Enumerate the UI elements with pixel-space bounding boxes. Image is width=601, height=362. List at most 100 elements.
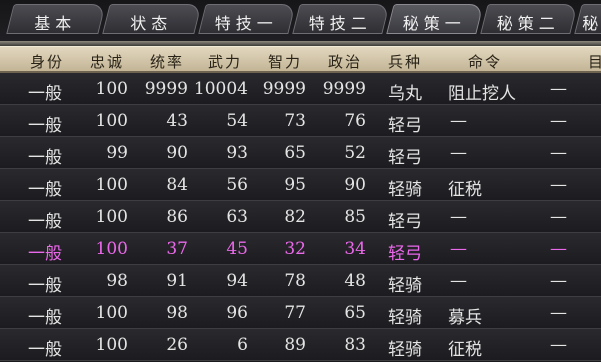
force-cell: 10004 xyxy=(193,79,248,99)
troop-type-cell: 轻骑 xyxy=(388,180,422,200)
column-header-order[interactable]: 命令 xyxy=(468,51,502,72)
order-cell: 阻止挖人 xyxy=(448,84,516,104)
table-row[interactable]: 一般 100 98 96 77 65 轻骑 募兵 — xyxy=(0,297,601,329)
tab-skill-1[interactable]: 特技一 xyxy=(198,4,296,34)
troop-type-cell: 轻骑 xyxy=(388,276,422,296)
tab-strategy-3[interactable]: 秘 xyxy=(574,4,601,34)
politics-cell: 83 xyxy=(344,335,366,355)
force-cell: 56 xyxy=(226,175,248,195)
target-cell: — xyxy=(550,239,567,259)
politics-cell: 9999 xyxy=(322,79,366,99)
force-cell: 96 xyxy=(226,303,248,323)
table-header: 身份 忠诚 统率 武力 智力 政治 兵种 命令 目 xyxy=(0,46,601,73)
tab-label: 特技二 xyxy=(308,14,372,33)
target-cell: — xyxy=(550,303,567,323)
column-header-command[interactable]: 统率 xyxy=(150,51,184,72)
force-cell: 45 xyxy=(226,239,248,259)
force-cell: 54 xyxy=(226,111,248,131)
force-cell: 93 xyxy=(226,143,248,163)
tab-label: 秘 xyxy=(582,14,601,33)
command-cell: 98 xyxy=(166,303,188,323)
intelligence-cell: 95 xyxy=(284,175,306,195)
identity-cell: 一般 xyxy=(28,244,62,264)
loyalty-cell: 100 xyxy=(95,111,128,131)
target-cell: — xyxy=(550,111,567,131)
table-row[interactable]: 一般 100 84 56 95 90 轻骑 征税 — xyxy=(0,169,601,201)
target-cell: — xyxy=(550,143,567,163)
tab-label: 特技一 xyxy=(214,14,278,33)
command-cell: 86 xyxy=(166,207,188,227)
column-header-force[interactable]: 武力 xyxy=(208,51,242,72)
identity-cell: 一般 xyxy=(28,340,62,360)
troop-type-cell: 轻骑 xyxy=(388,308,422,328)
loyalty-cell: 100 xyxy=(95,239,128,259)
target-cell: — xyxy=(550,335,567,355)
loyalty-cell: 100 xyxy=(95,303,128,323)
politics-cell: 76 xyxy=(344,111,366,131)
column-header-target[interactable]: 目 xyxy=(588,51,601,72)
command-cell: 26 xyxy=(166,335,188,355)
tab-label: 状态 xyxy=(130,14,173,33)
table-row[interactable]: 一般 100 26 6 89 83 轻骑 征税 — xyxy=(0,329,601,361)
table-row[interactable]: 一般 98 91 94 78 48 轻骑 — — xyxy=(0,265,601,297)
loyalty-cell: 98 xyxy=(106,271,128,291)
command-cell: 91 xyxy=(166,271,188,291)
order-cell: 征税 xyxy=(448,180,482,200)
target-cell: — xyxy=(550,175,567,195)
intelligence-cell: 32 xyxy=(284,239,306,259)
tab-label: 秘策二 xyxy=(496,14,560,33)
force-cell: 6 xyxy=(237,335,248,355)
loyalty-cell: 100 xyxy=(95,335,128,355)
column-header-troop-type[interactable]: 兵种 xyxy=(388,51,422,72)
tab-status[interactable]: 状态 xyxy=(102,4,202,34)
table-row[interactable]: 一般 100 9999 10004 9999 9999 乌丸 阻止挖人 — xyxy=(0,73,601,105)
politics-cell: 90 xyxy=(344,175,366,195)
tab-strategy-2[interactable]: 秘策二 xyxy=(480,4,578,34)
force-cell: 94 xyxy=(226,271,248,291)
intelligence-cell: 82 xyxy=(284,207,306,227)
order-cell: 募兵 xyxy=(448,308,482,328)
tab-basic[interactable]: 基本 xyxy=(6,4,106,34)
tab-strategy-1[interactable]: 秘策一 xyxy=(386,4,484,34)
loyalty-cell: 100 xyxy=(95,175,128,195)
intelligence-cell: 89 xyxy=(284,335,306,355)
column-header-identity[interactable]: 身份 xyxy=(30,51,64,72)
politics-cell: 65 xyxy=(344,303,366,323)
column-header-politics[interactable]: 政治 xyxy=(328,51,362,72)
table-row[interactable]: 一般 99 90 93 65 52 轻弓 — — xyxy=(0,137,601,169)
command-cell: 90 xyxy=(166,143,188,163)
table-row[interactable]: 一般 100 43 54 73 76 轻弓 — — xyxy=(0,105,601,137)
troop-type-cell: 乌丸 xyxy=(388,84,422,104)
table-row-selected[interactable]: 一般 100 37 45 32 34 轻弓 — — xyxy=(0,233,601,265)
intelligence-cell: 9999 xyxy=(262,79,306,99)
tab-bar: 基本 状态 特技一 特技二 秘策一 秘策二 秘 xyxy=(0,0,601,42)
column-header-intelligence[interactable]: 智力 xyxy=(268,51,302,72)
loyalty-cell: 99 xyxy=(106,143,128,163)
command-cell: 9999 xyxy=(144,79,188,99)
command-cell: 43 xyxy=(166,111,188,131)
target-cell: — xyxy=(550,271,567,291)
tab-label: 基本 xyxy=(34,14,77,33)
order-cell: — xyxy=(450,239,467,259)
identity-cell: 一般 xyxy=(28,148,62,168)
order-cell: — xyxy=(450,271,467,291)
tab-label: 秘策一 xyxy=(402,14,466,33)
table-row[interactable]: 一般 100 86 63 82 85 轻弓 — — xyxy=(0,201,601,233)
order-cell: — xyxy=(450,143,467,163)
target-cell: — xyxy=(550,79,567,99)
command-cell: 37 xyxy=(166,239,188,259)
troop-type-cell: 轻弓 xyxy=(388,148,422,168)
identity-cell: 一般 xyxy=(28,276,62,296)
politics-cell: 52 xyxy=(344,143,366,163)
tab-skill-2[interactable]: 特技二 xyxy=(292,4,390,34)
intelligence-cell: 78 xyxy=(284,271,306,291)
target-cell: — xyxy=(550,207,567,227)
column-header-loyalty[interactable]: 忠诚 xyxy=(90,51,124,72)
troop-type-cell: 轻弓 xyxy=(388,212,422,232)
identity-cell: 一般 xyxy=(28,308,62,328)
identity-cell: 一般 xyxy=(28,180,62,200)
politics-cell: 85 xyxy=(344,207,366,227)
order-cell: — xyxy=(450,111,467,131)
politics-cell: 48 xyxy=(344,271,366,291)
force-cell: 63 xyxy=(226,207,248,227)
